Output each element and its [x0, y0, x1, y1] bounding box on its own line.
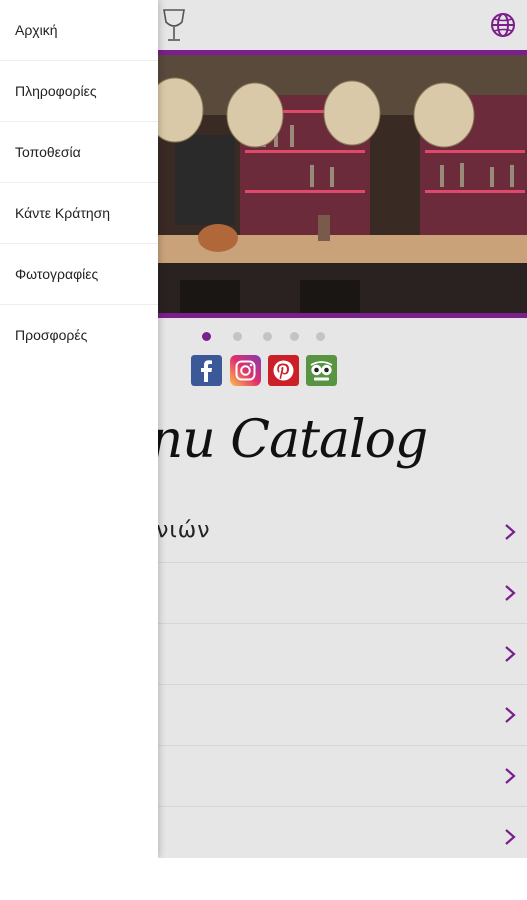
app-screen: enu Catalog ιτσινιών ες i Αρχική Πληροφο…	[0, 0, 527, 858]
chevron-right-icon	[505, 768, 516, 784]
chevron-right-icon	[505, 524, 516, 540]
pinterest-icon[interactable]	[268, 355, 299, 386]
bottom-area	[0, 858, 527, 900]
chevron-right-icon	[505, 829, 516, 845]
menu-catalog-title: enu Catalog	[120, 410, 428, 470]
drawer-item-info[interactable]: Πληροφορίες	[0, 61, 158, 122]
chevron-right-icon	[505, 707, 516, 723]
drawer-item-label: Τοποθεσία	[15, 144, 81, 160]
carousel-dot-4[interactable]	[290, 332, 299, 341]
drawer-item-label: Πληροφορίες	[15, 83, 97, 99]
drawer-item-home[interactable]: Αρχική	[0, 0, 158, 61]
chevron-right-icon	[505, 646, 516, 662]
drawer-item-label: Κάντε Κράτηση	[15, 205, 111, 221]
globe-icon[interactable]	[490, 12, 516, 38]
chevron-right-icon	[505, 585, 516, 601]
carousel-dot-1[interactable]	[202, 332, 211, 341]
instagram-icon[interactable]	[230, 355, 261, 386]
facebook-icon[interactable]	[191, 355, 222, 386]
carousel-dot-2[interactable]	[233, 332, 242, 341]
drawer-item-label: Φωτογραφίες	[15, 266, 99, 282]
drawer-item-offers[interactable]: Προσφορές	[0, 305, 158, 366]
drawer-item-location[interactable]: Τοποθεσία	[0, 122, 158, 183]
drawer-item-label: Προσφορές	[15, 327, 88, 343]
wine-glass-icon	[163, 9, 185, 41]
carousel-dot-5[interactable]	[316, 332, 325, 341]
carousel-dot-3[interactable]	[263, 332, 272, 341]
drawer-item-photos[interactable]: Φωτογραφίες	[0, 244, 158, 305]
navigation-drawer: Αρχική Πληροφορίες Τοποθεσία Κάντε Κράτη…	[0, 0, 158, 858]
drawer-item-label: Αρχική	[15, 22, 58, 38]
drawer-item-reservation[interactable]: Κάντε Κράτηση	[0, 183, 158, 244]
tripadvisor-icon[interactable]	[306, 355, 337, 386]
